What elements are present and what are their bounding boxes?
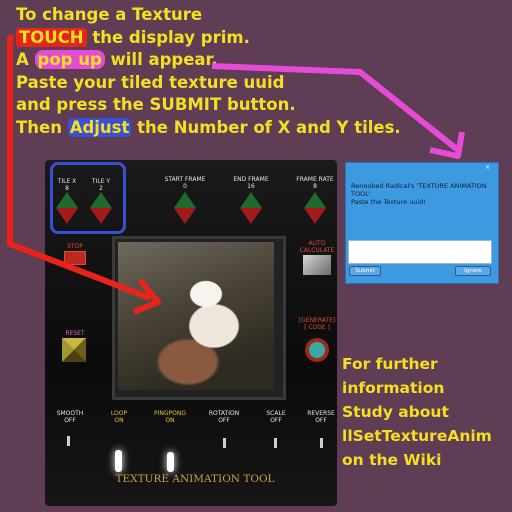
stop-label: STOP [67,243,83,250]
toggle-smooth-label: SMOOTH OFF [56,410,84,424]
toggle-reverse-switch[interactable] [320,438,323,448]
auto-calculate-button[interactable] [303,255,331,275]
dialog-message: Renoobed Radical's 'TEXTURE ANIMATION TO… [351,182,487,206]
start-frame-label: START FRAME 0 [164,176,206,190]
toggle-pingpong-switch[interactable] [167,452,174,472]
end-frame-stepper[interactable] [240,192,262,224]
frame-rate-stepper[interactable] [304,192,326,224]
instructions-text: To change a Texture TOUCH the display pr… [16,4,401,139]
tile-x-stepper[interactable] [56,192,78,224]
instruction-line-2: TOUCH the display prim. [16,27,401,50]
start-frame-stepper[interactable] [174,192,196,224]
auto-calculate-label: AUTO CALCULATE [299,240,335,254]
tile-x-label: TILE X8 [57,178,77,192]
toggle-scale-switch[interactable] [274,438,277,448]
instruction-line-1: To change a Texture [16,5,203,24]
instruction-line-3: A pop up will appear. [16,50,218,69]
submit-button[interactable]: Submit [349,266,381,276]
toggle-pingpong-label: PINGPONG ON [153,410,186,424]
ignore-button[interactable]: Ignore [455,266,491,276]
instruction-line-4: Paste your tiled texture uuid [16,72,285,92]
tile-y-label: TILE Y2 [91,178,111,192]
generate-code-label: [GENERATE][ CODE ] [298,317,336,331]
reset-label: RESET [65,330,85,337]
frame-rate-label: FRAME RATE 8 [296,176,334,190]
toggle-reverse-label: REVERSE OFF [307,410,335,424]
texture-uuid-input[interactable] [348,240,492,264]
tool-footer-title: TEXTURE ANIMATION TOOL [115,473,275,485]
end-frame-label: END FRAME 16 [233,176,269,190]
pink-arrowhead [429,131,465,159]
tile-y-stepper[interactable] [90,192,112,224]
kitten-photo-display[interactable] [118,242,274,390]
popup-highlight: pop up [34,50,105,69]
instruction-line-6: Then Adjust the Number of X and Y tiles. [16,117,401,137]
generate-code-button[interactable] [305,338,329,362]
further-info-text: For further information Study about llSe… [342,355,492,469]
touch-highlight: TOUCH [16,27,87,47]
close-icon[interactable]: × [485,164,493,171]
adjust-highlight: Adjust [67,117,132,137]
toggle-rotation-label: ROTATION OFF [208,410,240,424]
toggle-loop-label: LOOP ON [110,410,128,424]
instruction-line-5: and press the SUBMIT button. [16,95,296,114]
toggle-scale-label: SCALE OFF [266,410,286,424]
toggle-smooth-switch[interactable] [67,436,70,446]
toggle-rotation-switch[interactable] [223,438,226,448]
stop-button[interactable] [64,251,86,265]
toggle-loop-switch[interactable] [115,450,122,472]
reset-button[interactable] [62,338,86,362]
